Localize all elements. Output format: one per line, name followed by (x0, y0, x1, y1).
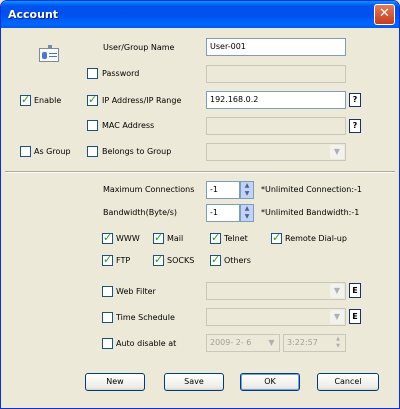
mac-address-label: MAC Address (102, 121, 155, 130)
ip-address-input[interactable]: 192.168.0.2 (206, 91, 346, 109)
ftp-checkbox[interactable] (102, 253, 113, 266)
auto-disable-checkbox[interactable] (102, 338, 113, 349)
remote-dialup-checkbox[interactable] (271, 231, 282, 244)
web-filter-label: Web Filter (116, 287, 156, 296)
web-filter-select[interactable]: ▼ (206, 282, 346, 300)
max-connections-input[interactable]: -1 (206, 181, 240, 199)
enable-label: Enable (34, 96, 62, 105)
belongs-to-group-select[interactable]: ▼ (206, 143, 346, 161)
enable-checkbox[interactable] (20, 93, 31, 106)
telnet-label: Telnet (224, 234, 248, 243)
ip-help-button[interactable]: ? (349, 93, 361, 107)
save-button[interactable]: Save (164, 373, 224, 391)
up-arrow-icon[interactable]: ▲ (332, 336, 344, 343)
cancel-button[interactable]: Cancel (317, 373, 379, 391)
socks-label: SOCKS (167, 256, 195, 265)
new-button[interactable]: New (85, 373, 145, 391)
dialog-content: User/Group Name User-001 Password Enable… (5, 28, 395, 404)
auto-disable-time-picker[interactable]: 3:22:57 ▲ ▼ (283, 334, 346, 352)
www-label: WWW (116, 234, 140, 243)
max-connections-label: Maximum Connections (103, 185, 195, 194)
others-checkbox[interactable] (210, 253, 221, 266)
password-input[interactable] (206, 65, 346, 83)
remote-dialup-label: Remote Dial-up (285, 234, 347, 243)
down-arrow-icon[interactable]: ▼ (241, 213, 253, 221)
belongs-to-group-label: Belongs to Group (102, 147, 172, 156)
mail-checkbox[interactable] (153, 231, 164, 244)
account-dialog: Account ✕ User/Group Name User-001 Passw… (0, 0, 400, 409)
window-title: Account (8, 8, 59, 21)
up-arrow-icon[interactable]: ▲ (241, 205, 253, 213)
belongs-to-group-checkbox[interactable] (87, 146, 98, 157)
ftp-label: FTP (116, 256, 131, 265)
bandwidth-spinner[interactable]: ▲ ▼ (240, 204, 254, 222)
chevron-down-icon: ▼ (330, 145, 344, 159)
web-filter-checkbox[interactable] (102, 286, 113, 297)
title-bar[interactable]: Account ✕ (1, 1, 399, 28)
auto-disable-date-picker[interactable]: 2009- 2- 6 ▼ (206, 334, 280, 352)
ok-button[interactable]: OK (240, 373, 300, 391)
chevron-down-icon: ▼ (330, 284, 344, 298)
others-label: Others (224, 256, 251, 265)
socks-checkbox[interactable] (153, 253, 164, 266)
chevron-down-icon: ▼ (330, 310, 344, 324)
time-spinner[interactable]: ▲ ▼ (332, 336, 344, 350)
time-schedule-checkbox[interactable] (102, 312, 113, 323)
www-checkbox[interactable] (102, 231, 113, 244)
auto-disable-time-value: 3:22:57 (287, 338, 318, 347)
unlimited-connection-note: *Unlimited Connection:-1 (261, 185, 363, 194)
time-schedule-select[interactable]: ▼ (206, 308, 346, 326)
telnet-checkbox[interactable] (210, 231, 221, 244)
mail-label: Mail (167, 234, 184, 243)
as-group-label: As Group (34, 147, 71, 156)
time-schedule-label: Time Schedule (116, 313, 175, 322)
up-arrow-icon[interactable]: ▲ (241, 182, 253, 190)
unlimited-bandwidth-note: *Unlimited Bandwidth:-1 (261, 208, 360, 217)
time-schedule-edit-button[interactable]: E (349, 309, 361, 324)
user-group-name-input[interactable]: User-001 (206, 38, 346, 56)
close-button[interactable]: ✕ (374, 4, 395, 25)
as-group-checkbox[interactable] (20, 146, 31, 157)
mac-address-checkbox[interactable] (87, 120, 98, 131)
user-group-name-label: User/Group Name (103, 43, 175, 52)
max-connections-spinner[interactable]: ▲ ▼ (240, 181, 254, 199)
web-filter-edit-button[interactable]: E (349, 283, 361, 298)
auto-disable-date-value: 2009- 2- 6 (210, 338, 252, 347)
ip-address-label: IP Address/IP Range (102, 96, 182, 105)
ip-address-checkbox[interactable] (87, 93, 98, 106)
password-checkbox[interactable] (87, 68, 98, 79)
mac-help-button[interactable]: ? (349, 119, 361, 133)
mac-address-input[interactable] (206, 117, 346, 135)
bandwidth-input[interactable]: -1 (206, 204, 240, 222)
password-label: Password (102, 69, 140, 78)
down-arrow-icon[interactable]: ▼ (241, 190, 253, 198)
bandwidth-label: Bandwidth(Byte/s) (103, 208, 177, 217)
auto-disable-label: Auto disable at (116, 339, 177, 348)
chevron-down-icon: ▼ (268, 338, 275, 347)
down-arrow-icon[interactable]: ▼ (332, 343, 344, 350)
user-card-icon (39, 45, 59, 62)
separator (5, 171, 395, 173)
